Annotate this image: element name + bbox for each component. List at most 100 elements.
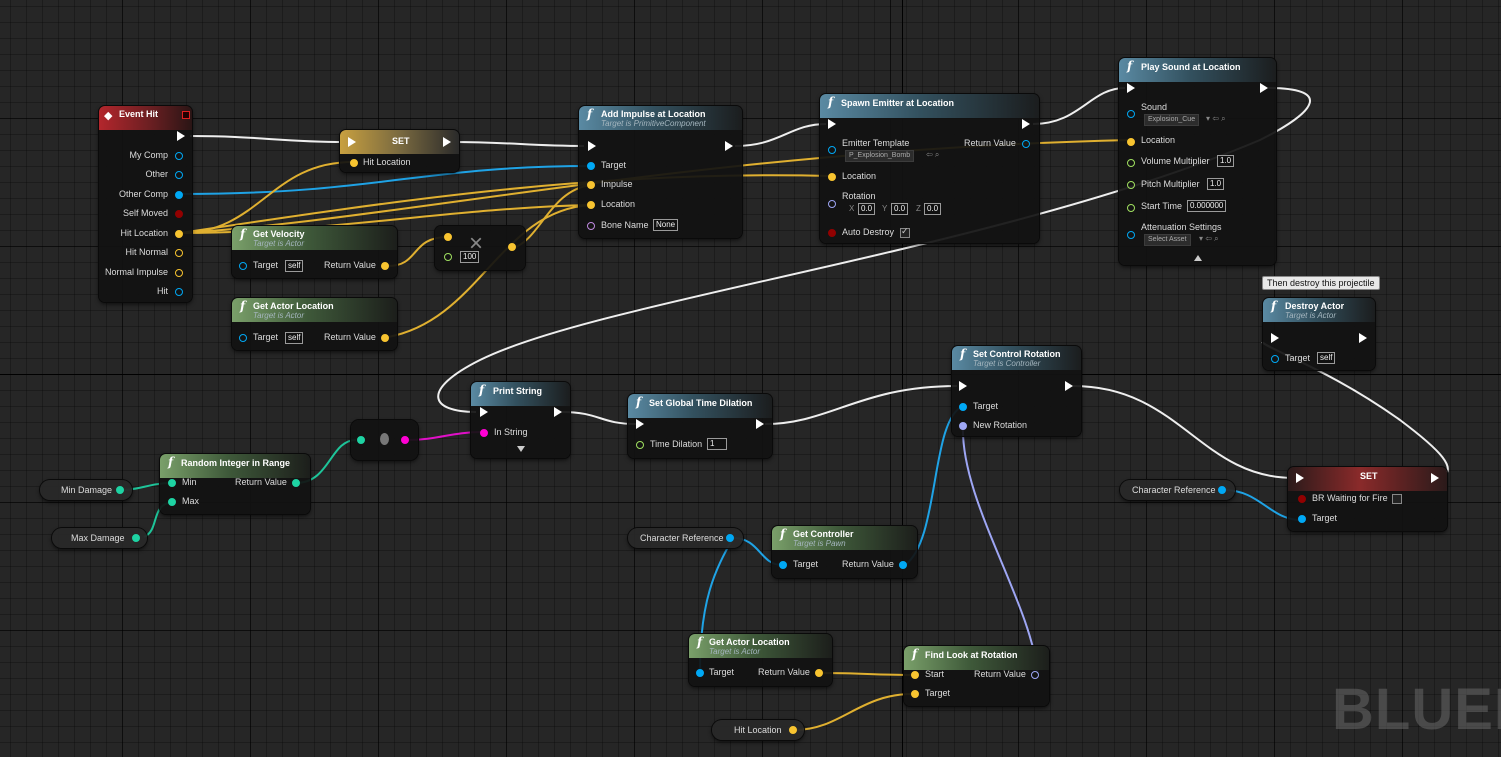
- pin-hit-normal[interactable]: [175, 249, 183, 257]
- bone-name-input[interactable]: None: [653, 219, 679, 231]
- exec-out-pin[interactable]: [756, 419, 764, 429]
- pin-target[interactable]: [1271, 355, 1279, 363]
- exec-out-pin[interactable]: [554, 407, 562, 417]
- pin-target[interactable]: [239, 334, 247, 342]
- pin-max[interactable]: [168, 498, 176, 506]
- pin-return-value[interactable]: [1031, 671, 1039, 679]
- pin-emitter-template[interactable]: [828, 146, 836, 154]
- pin-other[interactable]: [175, 171, 183, 179]
- target-self-input[interactable]: self: [1317, 352, 1336, 364]
- pin-in-string[interactable]: [480, 429, 488, 437]
- get-controller-node[interactable]: f Get Controller Target is Pawn Target R…: [772, 526, 917, 578]
- pin-result[interactable]: [508, 243, 516, 251]
- emitter-template-dropdown[interactable]: P_Explosion_Bomb: [845, 150, 915, 162]
- pin-location[interactable]: [828, 173, 836, 181]
- pin-target[interactable]: [696, 669, 704, 677]
- start-time-input[interactable]: 0.000000: [1187, 200, 1227, 212]
- pin-in-int[interactable]: [357, 436, 365, 444]
- set-br-waiting-node[interactable]: SET BR Waiting for Fire Target: [1288, 467, 1447, 531]
- pin-auto-destroy[interactable]: [828, 229, 836, 237]
- min-damage-variable[interactable]: Min Damage: [40, 480, 132, 500]
- pin-attenuation-settings[interactable]: [1127, 231, 1135, 239]
- volume-multiplier-input[interactable]: 1.0: [1217, 155, 1235, 167]
- exec-in-pin[interactable]: [828, 119, 836, 129]
- delegate-pin[interactable]: [182, 111, 190, 119]
- pin-return-value[interactable]: [381, 334, 389, 342]
- collapse-arrow-icon[interactable]: [1194, 255, 1202, 261]
- pin-return-value[interactable]: [815, 669, 823, 677]
- pin-b[interactable]: [444, 253, 452, 261]
- pin-new-rotation[interactable]: [959, 422, 967, 430]
- use-selected-arrow-icon[interactable]: ▾ ⇦ ⌕: [1206, 114, 1226, 124]
- target-self-input[interactable]: self: [285, 260, 304, 272]
- pin-location[interactable]: [1127, 138, 1135, 146]
- pin-hit-location[interactable]: [350, 159, 358, 167]
- get-velocity-node[interactable]: f Get Velocity Target is Actor Target se…: [232, 226, 397, 278]
- character-reference-variable[interactable]: Character Reference: [628, 528, 743, 548]
- print-string-node[interactable]: f Print String In String: [471, 382, 570, 458]
- max-damage-variable[interactable]: Max Damage: [52, 528, 147, 548]
- set-control-rotation-node[interactable]: f Set Control Rotation Target is Control…: [952, 346, 1081, 436]
- pin-target[interactable]: [1298, 515, 1306, 523]
- exec-out-pin[interactable]: [443, 137, 451, 147]
- exec-out-pin[interactable]: [177, 131, 185, 141]
- pin-target[interactable]: [959, 403, 967, 411]
- pin-target[interactable]: [239, 262, 247, 270]
- use-selected-arrow-icon[interactable]: ⇦ ⌕: [926, 150, 939, 160]
- pin-target[interactable]: [587, 162, 595, 170]
- pin-sound[interactable]: [1127, 110, 1135, 118]
- pin-target[interactable]: [911, 690, 919, 698]
- destroy-actor-node[interactable]: f Destroy Actor Target is Actor Target s…: [1263, 298, 1375, 370]
- pin-start[interactable]: [911, 671, 919, 679]
- pin-other-comp[interactable]: [175, 191, 183, 199]
- pin-start-time[interactable]: [1127, 204, 1135, 212]
- pin-max-damage-out[interactable]: [132, 534, 140, 542]
- exec-in-pin[interactable]: [348, 137, 356, 147]
- get-actor-location-node[interactable]: f Get Actor Location Target is Actor Tar…: [689, 634, 832, 686]
- auto-destroy-checkbox[interactable]: [900, 226, 910, 238]
- set-hit-location-node[interactable]: SET Hit Location: [340, 130, 459, 172]
- rotation-x-input[interactable]: 0.0: [858, 203, 876, 215]
- exec-out-pin[interactable]: [1065, 381, 1073, 391]
- pin-bone-name[interactable]: [587, 222, 595, 230]
- pin-volume-multiplier[interactable]: [1127, 159, 1135, 167]
- pin-min[interactable]: [168, 479, 176, 487]
- pitch-multiplier-input[interactable]: 1.0: [1207, 178, 1225, 190]
- multiply-node[interactable]: × 100: [435, 226, 525, 270]
- exec-out-pin[interactable]: [725, 141, 733, 151]
- pin-location[interactable]: [587, 201, 595, 209]
- spawn-emitter-node[interactable]: f Spawn Emitter at Location Emitter Temp…: [820, 94, 1039, 243]
- get-actor-location-node[interactable]: f Get Actor Location Target is Actor Tar…: [232, 298, 397, 350]
- rotation-y-input[interactable]: 0.0: [891, 203, 909, 215]
- pin-my-comp[interactable]: [175, 152, 183, 160]
- character-reference-variable[interactable]: Character Reference: [1120, 480, 1235, 500]
- pin-character-reference-out[interactable]: [726, 534, 734, 542]
- pin-return-value[interactable]: [899, 561, 907, 569]
- pin-hit[interactable]: [175, 288, 183, 296]
- br-waiting-checkbox[interactable]: [1392, 494, 1402, 504]
- event-hit-node[interactable]: ◆ Event Hit My Comp Other Other Comp Sel…: [99, 106, 192, 302]
- pin-hit-location-out[interactable]: [789, 726, 797, 734]
- exec-in-pin[interactable]: [1296, 473, 1304, 483]
- exec-in-pin[interactable]: [1127, 83, 1135, 93]
- pin-character-reference-out[interactable]: [1218, 486, 1226, 494]
- expand-arrow-icon[interactable]: [517, 446, 525, 452]
- pin-min-damage-out[interactable]: [116, 486, 124, 494]
- pin-br-waiting-for-fire[interactable]: [1298, 495, 1306, 503]
- use-selected-arrow-icon[interactable]: ▾ ⇦ ⌕: [1199, 234, 1219, 244]
- hit-location-variable[interactable]: Hit Location: [712, 720, 804, 740]
- exec-out-pin[interactable]: [1431, 473, 1439, 483]
- pin-normal-impulse[interactable]: [175, 269, 183, 277]
- pin-return-value[interactable]: [381, 262, 389, 270]
- pin-pitch-multiplier[interactable]: [1127, 181, 1135, 189]
- add-impulse-node[interactable]: f Add Impulse at Location Target is Prim…: [579, 106, 742, 238]
- pin-rotation[interactable]: [828, 200, 836, 208]
- pin-return-value[interactable]: [292, 479, 300, 487]
- pin-target[interactable]: [779, 561, 787, 569]
- exec-in-pin[interactable]: [959, 381, 967, 391]
- exec-out-pin[interactable]: [1022, 119, 1030, 129]
- find-look-at-rotation-node[interactable]: f Find Look at Rotation Start Target Ret…: [904, 646, 1049, 706]
- exec-in-pin[interactable]: [480, 407, 488, 417]
- pin-a[interactable]: [444, 233, 452, 241]
- sound-dropdown[interactable]: Explosion_Cue: [1144, 114, 1200, 126]
